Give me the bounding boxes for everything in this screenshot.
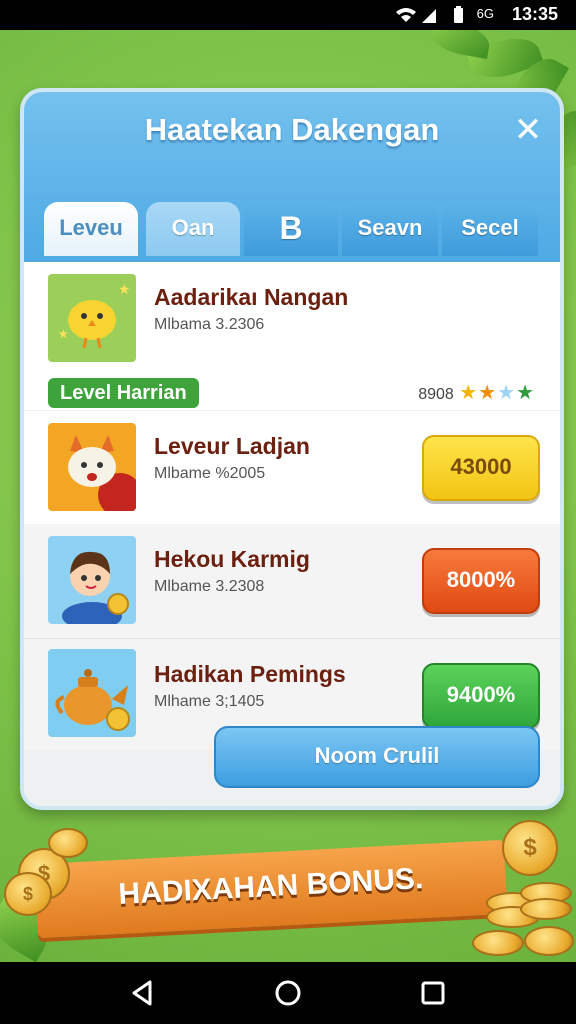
leaf-decoration xyxy=(427,30,493,59)
dialog-content: ★ ★ Aadarikaı Nangan Mlbama 3.2306 Level… xyxy=(24,262,560,806)
tab-oan[interactable]: Oan xyxy=(146,202,240,256)
dialog-title: Haatekan Dakengan xyxy=(144,112,440,147)
item-subtitle: Mlhame 3;1405 xyxy=(154,693,265,710)
item-title: Leveur Ladjan xyxy=(154,433,310,459)
item-subtitle: Mlbame 3.2308 xyxy=(154,578,265,595)
list-item[interactable]: Hekou Karmig Mlbame 3.2308 8000% xyxy=(24,524,560,638)
svg-text:★: ★ xyxy=(58,327,69,341)
coin-icon xyxy=(48,828,88,858)
game-screen: Haatekan Dakengan ✕ Leveu Oan B Seavn Se… xyxy=(0,30,576,962)
star-icon: ★ xyxy=(497,382,516,404)
featured-item[interactable]: ★ ★ Aadarikaı Nangan Mlbama 3.2306 xyxy=(24,262,560,368)
coin-icon xyxy=(524,926,574,956)
reward-button[interactable]: 9400% xyxy=(422,663,540,729)
item-subtitle: Mlbame %2005 xyxy=(154,465,266,482)
fox-character-icon xyxy=(48,423,136,511)
star-rating: 8908 ★★★★ xyxy=(418,380,534,405)
tab-bar: Leveu Oan B Seavn Secel xyxy=(44,202,538,258)
tab-leveu[interactable]: Leveu xyxy=(44,202,138,256)
tab-secel[interactable]: Secel xyxy=(442,202,538,256)
boy-character-icon xyxy=(48,536,136,624)
rewards-dialog: Haatekan Dakengan ✕ Leveu Oan B Seavn Se… xyxy=(20,88,564,810)
featured-subtitle: Mlbama 3.2306 xyxy=(154,316,265,333)
star-icon: ★ xyxy=(516,382,534,404)
bonus-banner[interactable]: HADIXAHAN BONUS. xyxy=(34,839,508,939)
level-badge: Level Harrian xyxy=(48,378,199,408)
recents-icon[interactable] xyxy=(418,978,448,1008)
item-title: Hekou Karmig xyxy=(154,546,310,572)
primary-button[interactable]: Noom Crulil xyxy=(214,726,540,788)
wifi-signal-icons xyxy=(396,6,463,23)
android-nav-bar xyxy=(0,962,576,1024)
clock: 13:35 xyxy=(511,4,558,24)
list-item[interactable]: Leveur Ladjan Mlbame %2005 43000 xyxy=(24,410,560,525)
star-score: 8908 xyxy=(418,386,454,403)
tab-b[interactable]: B xyxy=(244,202,338,256)
chick-character-icon: ★ ★ xyxy=(48,274,136,362)
banner-text: HADIXAHAN BONUS. xyxy=(117,862,425,911)
coin-icon: $ xyxy=(502,820,558,876)
reward-button[interactable]: 8000% xyxy=(422,548,540,614)
dialog-header: Haatekan Dakengan ✕ Leveu Oan B Seavn Se… xyxy=(24,92,560,262)
featured-title: Aadarikaı Nangan xyxy=(154,284,349,310)
home-icon[interactable] xyxy=(273,978,303,1008)
tab-seavn[interactable]: Seavn xyxy=(342,202,438,256)
coin-icon xyxy=(520,898,572,920)
star-icon: ★ xyxy=(459,382,478,404)
star-icon: ★ xyxy=(478,382,497,404)
coin-icon: $ xyxy=(4,872,52,916)
status-bar: 6G 13:35 xyxy=(0,0,576,30)
close-icon[interactable]: ✕ xyxy=(510,112,546,148)
reward-button[interactable]: 43000 xyxy=(422,435,540,501)
back-icon[interactable] xyxy=(128,978,158,1008)
item-title: Hadikan Pemings xyxy=(154,661,346,687)
teapot-item-icon xyxy=(48,649,136,737)
svg-text:★: ★ xyxy=(118,282,131,298)
network-type: 6G xyxy=(476,6,494,21)
coin-icon xyxy=(472,930,524,956)
